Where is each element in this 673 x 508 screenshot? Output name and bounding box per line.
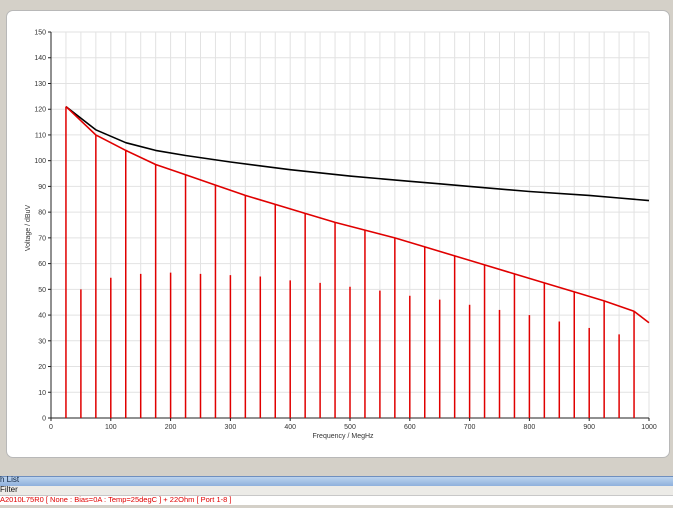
y-tick-label: 90 xyxy=(38,184,46,191)
x-tick-label: 300 xyxy=(225,424,237,431)
list-title: h List xyxy=(0,475,20,484)
trace-entry-label: A2010L75R0 [ None : Bias=0A : Temp=25deg… xyxy=(0,495,232,504)
y-tick-label: 70 xyxy=(38,235,46,242)
y-tick-label: 20 xyxy=(38,364,46,371)
x-tick-label: 400 xyxy=(284,424,296,431)
series-line-red xyxy=(65,106,650,324)
y-tick-label: 120 xyxy=(34,107,46,114)
x-tick-label: 100 xyxy=(105,424,117,431)
filter-row[interactable]: Filter xyxy=(0,485,673,495)
x-tick-label: 700 xyxy=(464,424,476,431)
x-tick-label: 200 xyxy=(165,424,177,431)
trace-list-item[interactable]: A2010L75R0 [ None : Bias=0A : Temp=25deg… xyxy=(0,495,673,505)
y-tick-label: 80 xyxy=(38,210,46,217)
filter-label: Filter xyxy=(0,485,18,494)
y-tick-label: 60 xyxy=(38,261,46,268)
x-axis-label: Frequency / MegHz xyxy=(312,433,374,440)
chart-curves xyxy=(65,105,650,324)
x-tick-label: 0 xyxy=(49,424,53,431)
y-tick-label: 130 xyxy=(34,81,46,88)
window-top-strip xyxy=(0,0,673,10)
y-tick-label: 100 xyxy=(34,158,46,165)
y-tick-label: 40 xyxy=(38,313,46,320)
x-tick-label: 1000 xyxy=(641,424,657,431)
y-tick-label: 0 xyxy=(42,416,46,423)
y-axis-label: Voltage / dBuV xyxy=(25,205,32,252)
x-tick-label: 500 xyxy=(344,424,356,431)
x-tick-label: 600 xyxy=(404,424,416,431)
x-tick-label: 900 xyxy=(583,424,595,431)
y-tick-label: 110 xyxy=(35,132,46,139)
chart-ticks: 0 10 20 30 40 50 60 70 80 90 100 110 120 130 140 150 0 10… xyxy=(34,30,657,432)
chart-panel: 0 10 20 30 40 50 60 70 80 90 100 110 120 130 140 150 0 10… xyxy=(6,10,670,458)
y-tick-label: 30 xyxy=(38,338,46,345)
y-tick-label: 150 xyxy=(34,30,46,37)
x-tick-label: 800 xyxy=(524,424,536,431)
spectrum-chart[interactable]: 0 10 20 30 40 50 60 70 80 90 100 110 120 130 140 150 0 10… xyxy=(7,11,669,457)
y-tick-label: 50 xyxy=(38,287,46,294)
y-tick-label: 140 xyxy=(34,55,46,62)
y-tick-label: 10 xyxy=(38,390,46,397)
